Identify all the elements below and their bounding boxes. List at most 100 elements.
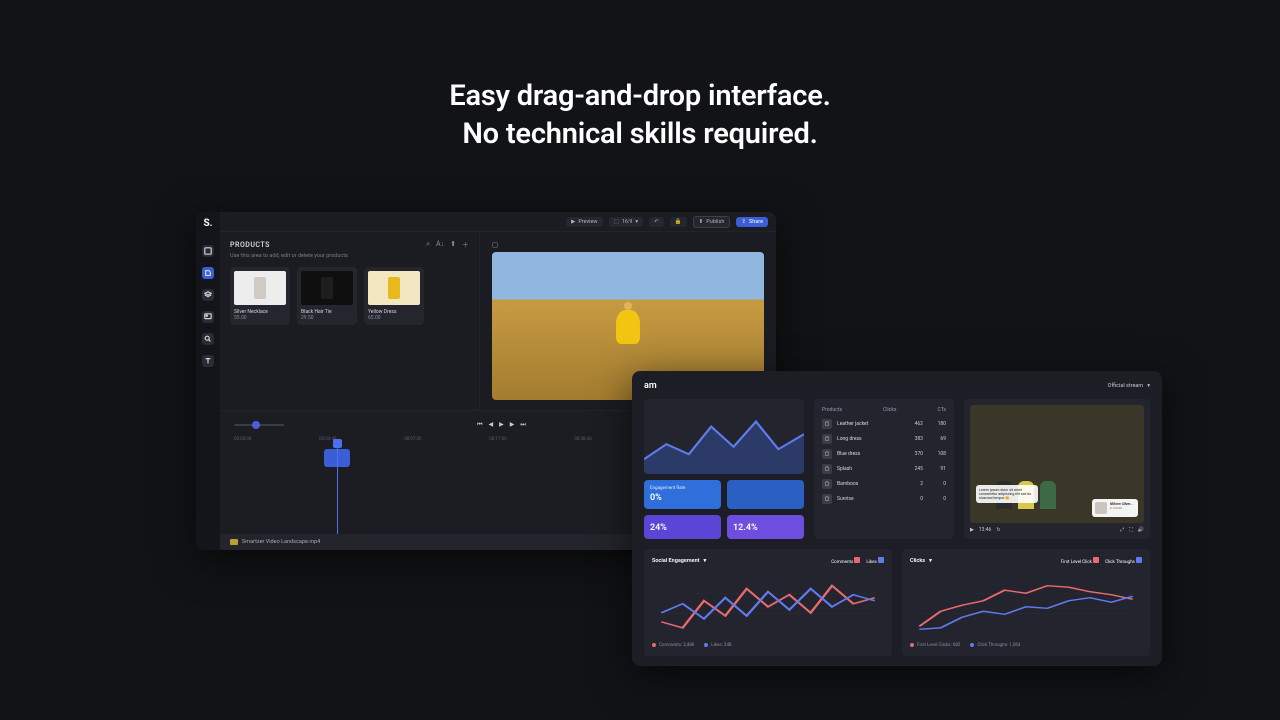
product-cts: 108 [928, 451, 946, 457]
player-mute-icon[interactable]: 🔊 [1138, 527, 1144, 533]
product-name: Leather jacket [837, 421, 900, 427]
chart-title: Clicks [910, 558, 925, 564]
product-name: Long dress [837, 436, 900, 442]
live-product-overlay[interactable]: Khloee Silver... £ 124.00 [1092, 499, 1138, 517]
product-clicks: 462 [905, 421, 923, 427]
table-row[interactable]: ▢Splash24591 [822, 464, 946, 474]
dashboard-window: am Official stream ▾ Engagement Rate 0% [632, 371, 1162, 666]
product-clicks: 2 [905, 481, 923, 487]
player-fullscreen-icon[interactable]: ⛶ [1129, 527, 1133, 533]
share-button[interactable]: ⇪ Share [736, 217, 768, 227]
nav-media-icon[interactable] [202, 245, 214, 257]
col-header: Products [822, 407, 842, 413]
product-thumb [234, 271, 286, 305]
panel-upload-icon[interactable]: ⬆ [450, 240, 456, 250]
panel-title: PRODUCTS [230, 241, 270, 249]
skip-back-icon[interactable]: ⏮ [477, 421, 482, 429]
play-icon[interactable]: ▶ [499, 421, 504, 429]
video-subject [616, 302, 640, 344]
panel-sort-icon[interactable]: A↓ [436, 240, 444, 250]
stat-value: 12.4% [733, 523, 798, 533]
product-name: Blue dress [837, 451, 900, 457]
legend-item[interactable]: Likes [866, 557, 884, 565]
player-play-icon[interactable]: ▶ [970, 527, 974, 533]
nav-image-icon[interactable] [202, 311, 214, 323]
stat-card: 24% [644, 515, 721, 539]
product-icon: ▢ [822, 449, 832, 459]
step-forward-icon[interactable]: ▶ [510, 421, 515, 429]
aspect-selector[interactable]: ⬚ 16:9 ▾ [609, 217, 644, 227]
chart-summary: Click Throughs: 1,064 [970, 643, 1020, 648]
product-name: Splash [837, 466, 900, 472]
nav-text-icon[interactable] [202, 355, 214, 367]
col-header: Clicks [883, 407, 896, 413]
player-expand-icon[interactable]: ⤢ [1120, 527, 1124, 533]
chart-summary: Likes: 248 [704, 643, 731, 648]
undo-button[interactable]: ↶ [649, 217, 664, 227]
clicks-chart: Clicks ▾ First Level Click Click Through… [902, 549, 1150, 656]
overlay-thumb [1095, 502, 1107, 514]
legend-item[interactable]: Comments [831, 557, 860, 565]
table-row[interactable]: ▢Blue dress370108 [822, 449, 946, 459]
product-icon: ▢ [822, 479, 832, 489]
overview-sparkline [644, 399, 804, 474]
table-row[interactable]: ▢Bamboos20 [822, 479, 946, 489]
legend-item[interactable]: First Level Click [1061, 557, 1099, 565]
app-logo: S. [203, 218, 212, 229]
time-mark: 00:07:20 [404, 437, 421, 447]
products-panel: PRODUCTS ⌕ A↓ ⬆ ＋ Use this area to add, … [220, 232, 480, 410]
player-loop-icon[interactable]: ↻ [996, 527, 1000, 533]
chevron-down-icon[interactable]: ▾ [704, 558, 707, 564]
social-engagement-chart: Social Engagement ▾ Comments Likes Comme… [644, 549, 892, 656]
panel-hint: Use this area to add, edit or delete you… [230, 253, 469, 259]
preview-drag-handle[interactable] [492, 242, 498, 248]
dashboard-title: am [644, 381, 657, 391]
time-mark: 00:38:40 [574, 437, 591, 447]
chart-summary: Comments: 2,486 [652, 643, 694, 648]
product-card[interactable]: Yellow Dress 65.00 [364, 267, 424, 325]
product-price: 65.00 [368, 315, 420, 321]
preview-button[interactable]: ▶ Preview [566, 217, 602, 227]
product-card[interactable]: Black Hair Tie 29.50 [297, 267, 357, 325]
step-back-icon[interactable]: ◀ [489, 421, 494, 429]
product-cts: 0 [928, 496, 946, 502]
product-price: 29.50 [301, 315, 353, 321]
product-cts: 91 [928, 466, 946, 472]
lock-button[interactable]: 🔒 [670, 217, 687, 227]
product-clicks: 383 [905, 436, 923, 442]
table-row[interactable]: ▢Sunrise00 [822, 494, 946, 504]
nav-layers-icon[interactable] [202, 289, 214, 301]
stat-card [727, 480, 804, 509]
product-cts: 69 [928, 436, 946, 442]
filename: Smartzer Video Landscape.mp4 [242, 539, 320, 545]
chevron-down-icon[interactable]: ▾ [929, 558, 932, 564]
marketing-line-1: Easy drag-and-drop interface. [0, 78, 1280, 116]
table-row[interactable]: ▢Leather jacket462180 [822, 419, 946, 429]
col-header: CTs [938, 407, 946, 413]
table-row[interactable]: ▢ Long dress 383 69 [822, 434, 946, 444]
nav-products-icon[interactable] [202, 267, 214, 279]
skip-forward-icon[interactable]: ⏭ [520, 421, 525, 429]
product-cts: 180 [928, 421, 946, 427]
stat-value: 24% [650, 523, 715, 533]
publish-button[interactable]: ⬆ Publish [693, 216, 731, 228]
product-thumb [301, 271, 353, 305]
panel-add-icon[interactable]: ＋ [462, 240, 469, 250]
chart-title: Social Engagement [652, 558, 700, 564]
product-icon: ▢ [822, 434, 832, 444]
product-icon: ▢ [822, 464, 832, 474]
product-card[interactable]: Silver Necklace 55.00 [230, 267, 290, 325]
panel-search-icon[interactable]: ⌕ [426, 240, 430, 250]
stream-selector[interactable]: Official stream ▾ [1108, 383, 1150, 389]
legend-item[interactable]: Click Throughs [1105, 557, 1142, 565]
stat-card: 12.4% [727, 515, 804, 539]
zoom-slider[interactable] [234, 424, 284, 426]
stat-card: Engagement Rate 0% [644, 480, 721, 509]
product-clicks: 0 [905, 496, 923, 502]
live-caption: Lorem ipsum dolor sit amet consectetur a… [976, 485, 1038, 504]
nav-search-icon[interactable] [202, 333, 214, 345]
products-table: Products Clicks CTs ▢ Leather jacket 462 18… [814, 399, 954, 539]
overlay-price: £ 124.00 [1110, 506, 1135, 510]
live-video[interactable]: Lorem ipsum dolor sit amet consectetur a… [970, 405, 1144, 523]
chart-summary: First Level Clicks: 682 [910, 643, 960, 648]
